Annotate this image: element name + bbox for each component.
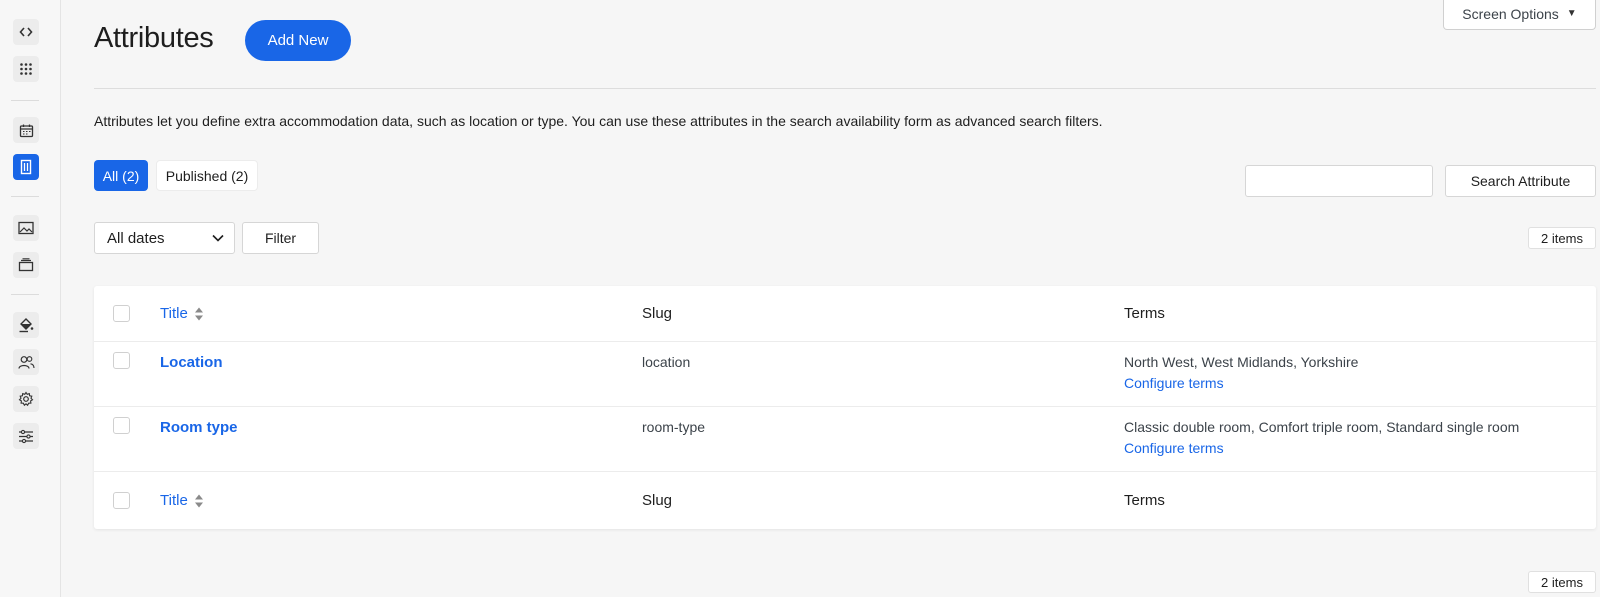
configure-terms-link[interactable]: Configure terms <box>1124 375 1358 391</box>
search-attribute-button[interactable]: Search Attribute <box>1445 165 1596 197</box>
users-icon[interactable] <box>13 349 39 375</box>
column-title-header[interactable]: Title <box>160 305 204 322</box>
row-slug: location <box>642 354 691 370</box>
chevron-down-icon <box>212 234 224 242</box>
filter-published-tab[interactable]: Published (2) <box>156 160 258 191</box>
sort-icon <box>194 307 203 321</box>
screen-options-label: Screen Options <box>1462 5 1559 22</box>
code-icon[interactable] <box>13 19 39 45</box>
row-checkbox[interactable] <box>113 352 130 369</box>
sidebar-divider <box>11 100 39 101</box>
screen-options-button[interactable]: Screen Options ▼ <box>1443 0 1596 30</box>
row-terms-text: North West, West Midlands, Yorkshire <box>1124 354 1359 370</box>
column-terms-footer: Terms <box>1124 492 1165 509</box>
add-new-button[interactable]: Add New <box>245 20 351 61</box>
row-title-link[interactable]: Room type <box>160 419 238 436</box>
image-icon[interactable] <box>13 215 39 241</box>
row-terms: Classic double room, Comfort triple room… <box>1124 419 1519 456</box>
table-header-row: Title Slug Terms <box>94 286 1596 342</box>
row-slug: room-type <box>642 419 706 435</box>
column-terms-header: Terms <box>1124 305 1165 322</box>
row-terms: North West, West Midlands, Yorkshire Con… <box>1124 354 1358 391</box>
items-count: 2 items <box>1528 227 1596 249</box>
column-slug-header: Slug <box>642 305 673 322</box>
layers-icon[interactable] <box>13 252 39 278</box>
search-input[interactable] <box>1245 165 1433 197</box>
table-row: Room type room-type Classic double room,… <box>94 407 1596 472</box>
calendar-icon[interactable] <box>13 117 39 143</box>
sliders-icon[interactable] <box>13 423 39 449</box>
column-title-label: Title <box>160 305 188 322</box>
filter-all-tab[interactable]: All (2) <box>94 160 148 191</box>
dates-select[interactable]: All dates <box>94 222 235 254</box>
sort-icon <box>194 494 203 508</box>
gear-icon[interactable] <box>13 386 39 412</box>
row-terms-text: Classic double room, Comfort triple room… <box>1124 419 1520 435</box>
column-title-footer[interactable]: Title <box>160 492 204 509</box>
page-title: Attributes <box>94 22 214 54</box>
items-count-bottom: 2 items <box>1528 571 1596 593</box>
page-description: Attributes let you define extra accommod… <box>94 113 1103 129</box>
table-row: Location location North West, West Midla… <box>94 342 1596 407</box>
select-all-checkbox[interactable] <box>113 305 130 322</box>
row-title-link[interactable]: Location <box>160 354 223 371</box>
caret-down-icon: ▼ <box>1566 8 1577 19</box>
attributes-table: Title Slug Terms Location location North… <box>94 286 1596 529</box>
column-slug-footer: Slug <box>642 492 673 509</box>
column-title-label: Title <box>160 492 188 509</box>
paint-bucket-icon[interactable] <box>13 312 39 338</box>
building-icon[interactable] <box>13 154 39 180</box>
header-divider <box>94 88 1596 89</box>
select-all-checkbox[interactable] <box>113 492 130 509</box>
sidebar-divider <box>11 294 39 295</box>
row-checkbox[interactable] <box>113 417 130 434</box>
apps-grid-icon[interactable] <box>13 56 39 82</box>
dates-select-value: All dates <box>107 229 165 247</box>
sidebar <box>0 0 61 597</box>
filter-button[interactable]: Filter <box>242 222 319 254</box>
configure-terms-link[interactable]: Configure terms <box>1124 440 1519 456</box>
table-footer-row: Title Slug Terms <box>94 472 1596 529</box>
sidebar-divider <box>11 196 39 197</box>
